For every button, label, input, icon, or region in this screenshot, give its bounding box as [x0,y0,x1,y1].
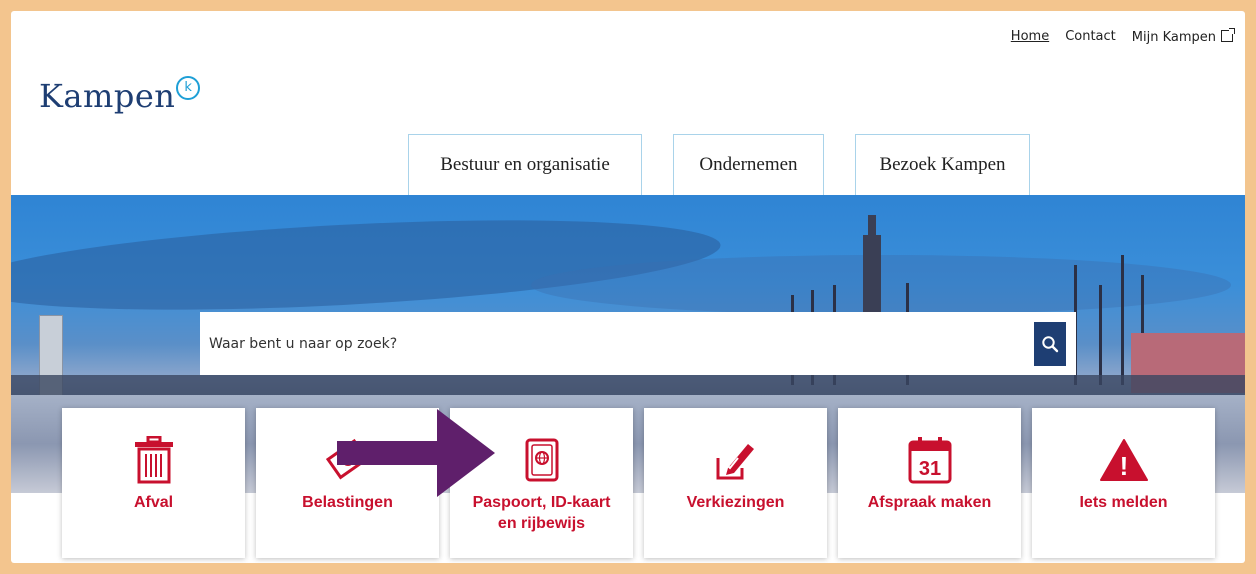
card-label: Iets melden [1079,494,1168,511]
main-nav: Bestuur en organisatie Ondernemen Bezoek… [408,134,1030,195]
card-verkiezingen[interactable]: Verkiezingen [644,408,827,558]
external-link-icon [1221,28,1235,42]
warning-icon: ! [1099,436,1149,484]
search-bar [200,312,1076,375]
card-label: Verkiezingen [686,494,785,511]
card-afval[interactable]: Afval [62,408,245,558]
search-button[interactable] [1034,321,1066,366]
passport-icon [525,436,559,484]
tab-bestuur-en-organisatie[interactable]: Bestuur en organisatie [408,134,642,195]
quick-links: Afval Belastingen Paspoort, ID-kaart en … [62,408,1215,558]
home-link[interactable]: Home [1011,29,1049,45]
logo-k-icon: k [176,76,201,100]
mijn-kampen-link[interactable]: Mijn Kampen [1131,28,1235,45]
ballot-icon [714,436,758,484]
hero-mast [1121,255,1124,385]
page-frame: Home Contact Mijn Kampen Kampen k Bestuur… [11,11,1245,563]
warning-mark: ! [1119,451,1128,481]
tab-bezoek-kampen[interactable]: Bezoek Kampen [855,134,1030,195]
trash-icon [134,436,174,484]
search-icon [1042,335,1059,352]
hero-cloud [531,255,1231,315]
logo[interactable]: Kampen k [39,76,201,116]
card-iets-melden[interactable]: ! Iets melden [1032,408,1215,558]
contact-link[interactable]: Contact [1065,29,1116,45]
tab-ondernemen[interactable]: Ondernemen [673,134,824,195]
arrow-annotation-icon [337,409,495,497]
search-input[interactable] [200,322,1034,365]
card-afspraak-maken[interactable]: 31 Afspraak maken [838,408,1021,558]
top-links: Home Contact Mijn Kampen [1011,28,1235,45]
hero-mast [1099,285,1102,385]
logo-text: Kampen [39,77,176,115]
card-label: Paspoort, ID-kaart en rijbewijs [472,494,611,532]
card-label: Afspraak maken [867,494,992,511]
calendar-icon: 31 [908,436,952,484]
mijn-kampen-label: Mijn Kampen [1131,30,1216,45]
card-label: Afval [133,494,174,511]
calendar-day: 31 [918,458,940,480]
